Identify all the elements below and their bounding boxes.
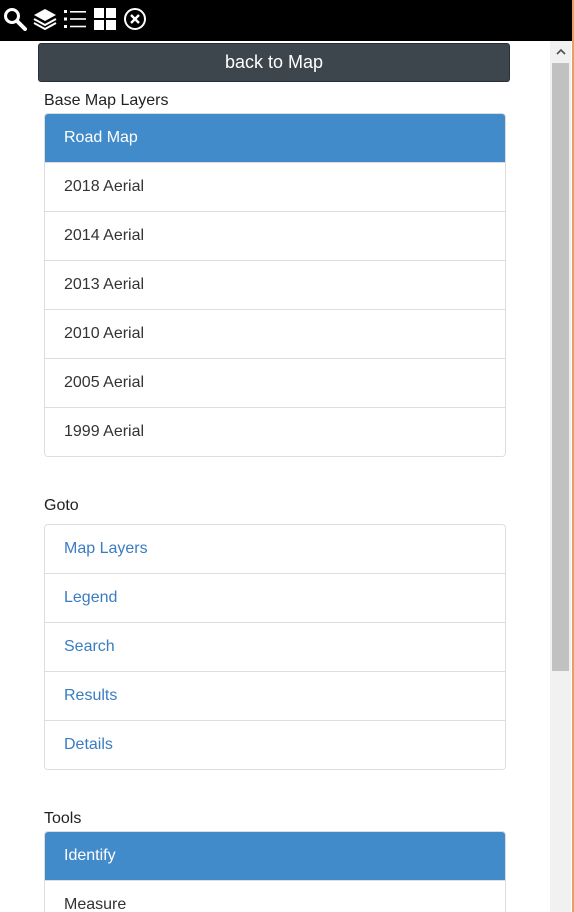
tools-title: Tools [44, 810, 82, 827]
goto-item-map-layers[interactable]: Map Layers [45, 525, 505, 573]
base-map-item-1999-aerial[interactable]: 1999 Aerial [45, 407, 505, 456]
goto-item-search[interactable]: Search [45, 622, 505, 671]
base-map-title: Base Map Layers [44, 92, 169, 109]
goto-item-details[interactable]: Details [45, 720, 505, 769]
toolbar [0, 0, 572, 41]
tools-list: Identify Measure [44, 831, 506, 912]
base-map-item-2010-aerial[interactable]: 2010 Aerial [45, 309, 505, 358]
goto-item-legend[interactable]: Legend [45, 573, 505, 622]
base-map-item-2005-aerial[interactable]: 2005 Aerial [45, 358, 505, 407]
side-panel: back to Map Base Map Layers Road Map 201… [0, 41, 550, 912]
back-to-map-button[interactable]: back to Map [38, 43, 510, 82]
tools-item-measure[interactable]: Measure [45, 880, 505, 912]
close-circle-icon[interactable] [123, 6, 147, 32]
goto-list: Map Layers Legend Search Results Details [44, 524, 506, 770]
scroll-thumb[interactable] [552, 63, 569, 671]
base-map-item-2013-aerial[interactable]: 2013 Aerial [45, 260, 505, 309]
grid-icon[interactable] [93, 6, 117, 32]
layers-icon[interactable] [33, 6, 57, 32]
tools-item-identify[interactable]: Identify [45, 832, 505, 880]
base-map-item-road-map[interactable]: Road Map [45, 114, 505, 162]
vertical-scrollbar[interactable] [550, 41, 571, 912]
list-icon[interactable] [63, 6, 87, 32]
base-map-item-2014-aerial[interactable]: 2014 Aerial [45, 211, 505, 260]
goto-title: Goto [44, 497, 79, 514]
base-map-item-2018-aerial[interactable]: 2018 Aerial [45, 162, 505, 211]
search-icon[interactable] [3, 6, 27, 32]
goto-item-results[interactable]: Results [45, 671, 505, 720]
base-map-list: Road Map 2018 Aerial 2014 Aerial 2013 Ae… [44, 113, 506, 457]
scroll-up-arrow-icon[interactable] [550, 41, 571, 61]
